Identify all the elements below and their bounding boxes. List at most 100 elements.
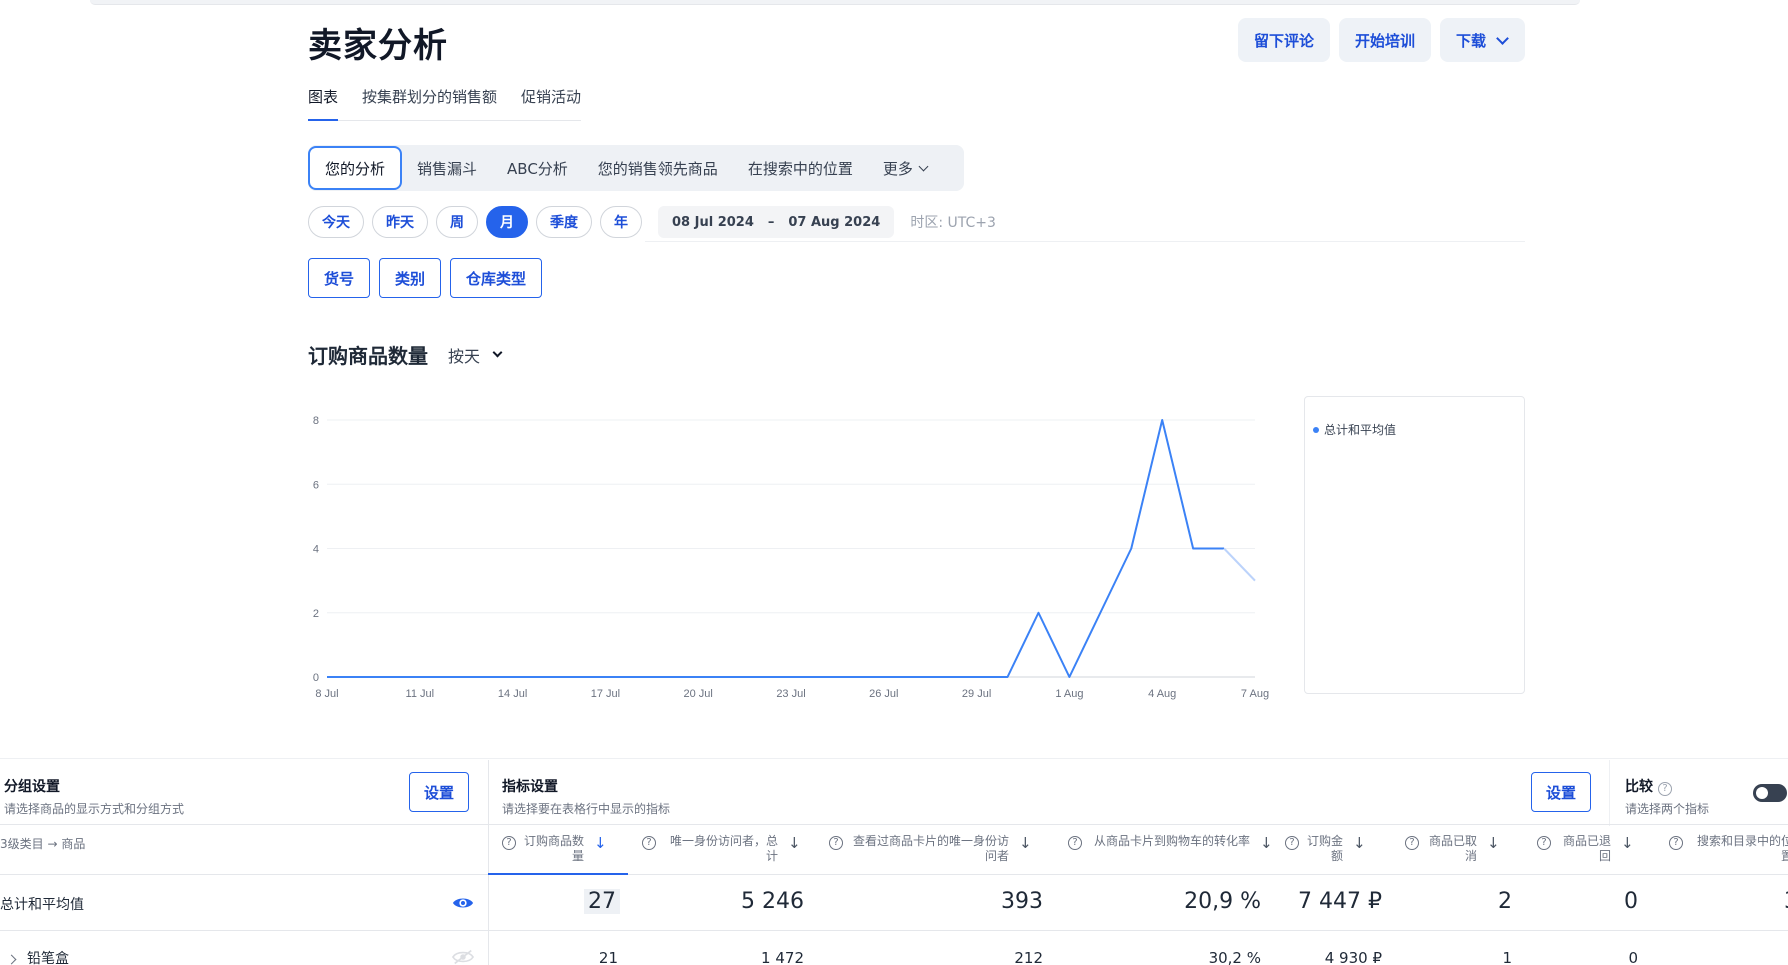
leave-review-button[interactable]: 留下评论 [1237,18,1330,62]
y-tick-label: 4 [313,544,319,556]
active-sort-indicator [488,873,628,875]
legend-item[interactable]: 总计和平均值 [1313,421,1516,438]
help-icon[interactable]: ? [642,836,656,850]
sort-down-icon[interactable]: ↓ [594,834,607,852]
download-button-label: 下载 [1455,31,1486,50]
col-cancelled[interactable]: ? 商品已取消 ↓ [1405,834,1500,864]
cell-unique-visitors: 1 472 [761,949,804,965]
help-icon[interactable]: ? [1068,836,1082,850]
start-training-button[interactable]: 开始培训 [1338,18,1431,62]
col-label: 从商品卡片到购物车的转化率 [1093,834,1250,848]
help-icon[interactable]: ? [1658,782,1672,796]
period-week[interactable]: 周 [436,206,478,238]
help-icon[interactable]: ? [1285,836,1299,850]
row-name: 铅笔盒 [6,948,69,965]
period-month[interactable]: 月 [486,206,528,238]
y-tick-label: 0 [313,672,319,684]
tab-more-label: 更多 [882,159,913,178]
cell-cart-conversion: 30,2 % [1208,949,1261,965]
filter-category-button[interactable]: 类别 [379,258,442,298]
divider [645,241,1525,242]
eye-icon[interactable] [452,895,474,911]
eye-off-icon[interactable] [452,949,474,965]
help-icon[interactable]: ? [1405,836,1419,850]
help-icon[interactable]: ? [1669,836,1683,850]
granularity-dropdown[interactable]: 按天 [448,343,503,367]
period-quarter[interactable]: 季度 [536,206,592,238]
col-label: 商品已取消 [1428,834,1477,863]
chart-header: 订购商品数量 按天 [308,340,503,369]
cell-card-visitors: 212 [1014,949,1043,965]
x-tick-label: 17 Jul [591,688,620,700]
col-unique-visitors[interactable]: ? 唯一身份访问者，总计 ↓ [642,834,801,864]
group-column-header[interactable]: 3级类目 → 商品 [0,835,85,852]
cell-returned: 0 [1628,949,1638,965]
legend-dot-icon [1313,426,1319,433]
tab-sales-funnel[interactable]: 销售漏斗 [402,145,492,191]
tab-charts[interactable]: 图表 [308,86,339,121]
sort-down-icon[interactable]: ↓ [1487,834,1500,852]
cell-value: 27 [584,889,620,914]
period-year[interactable]: 年 [600,206,642,238]
col-ordered-qty[interactable]: ? 订购商品数量 ↓ [502,834,607,864]
help-icon[interactable]: ? [502,836,516,850]
header-actions: 留下评论 开始培训 下载 [1237,18,1525,62]
help-icon[interactable]: ? [829,836,843,850]
col-label: 商品已退回 [1562,834,1611,863]
group-settings: 分组设置 请选择商品的显示方式和分组方式 [4,776,184,817]
cell-order-amount: 4 930 ₽ [1324,949,1382,965]
col-order-amount[interactable]: ? 订购金额 ↓ [1285,834,1366,864]
sort-down-icon[interactable]: ↓ [788,834,801,852]
timezone-label: 时区: UTC+3 [910,215,996,231]
chart-title: 订购商品数量 [308,344,428,368]
y-tick-label: 2 [313,608,319,620]
sort-down-icon[interactable]: ↓ [1353,834,1366,852]
metric-settings-button[interactable]: 设置 [1531,772,1592,812]
divider [1609,760,1610,826]
tab-your-analysis[interactable]: 您的分析 [308,146,403,190]
tab-sales-by-cluster[interactable]: 按集群划分的销售额 [362,86,497,120]
col-returned[interactable]: ? 商品已退回 ↓ [1537,834,1634,864]
cell-ordered-qty: 21 [598,949,618,965]
tab-promotions[interactable]: 促销活动 [521,86,581,120]
date-range-picker[interactable]: 08 Jul 2024 – 07 Aug 2024 [658,206,895,238]
tab-more[interactable]: 更多 [868,145,944,191]
col-cart-conversion[interactable]: ? 从商品卡片到购物车的转化率 ↓ [1068,834,1273,852]
cell-order-amount: 7 447 ₽ [1298,889,1382,914]
tab-abc-analysis[interactable]: ABC分析 [492,145,583,191]
col-label: 搜索和目录中的位置 [1696,834,1788,863]
group-settings-button[interactable]: 设置 [409,772,470,812]
main-tabs: 图表 按集群划分的销售额 促销活动 [308,86,582,121]
x-tick-label: 1 Aug [1055,688,1083,700]
row-name: 总计和平均值 [0,897,84,913]
filter-article-button[interactable]: 货号 [308,258,371,298]
y-tick-label: 8 [313,415,319,427]
metric-settings-subtitle: 请选择要在表格行中显示的指标 [502,802,671,816]
tab-top-products[interactable]: 您的销售领先商品 [583,145,733,191]
download-button[interactable]: 下载 [1439,18,1525,62]
sort-down-icon[interactable]: ↓ [1019,834,1032,852]
x-tick-label: 7 Aug [1241,688,1269,700]
period-today[interactable]: 今天 [308,206,364,238]
help-icon[interactable]: ? [1537,836,1551,850]
chevron-right-icon[interactable] [6,954,17,965]
analysis-tabs: 您的分析 销售漏斗 ABC分析 您的销售领先商品 在搜索中的位置 更多 [308,145,964,191]
chevron-down-icon [918,161,929,171]
toggle-knob [1756,787,1768,799]
compare-toggle[interactable] [1753,784,1787,802]
tab-search-position[interactable]: 在搜索中的位置 [733,145,868,191]
granularity-label: 按天 [448,346,481,366]
table-row[interactable]: 铅笔盒 21 1 472 212 30,2 % 4 930 ₽ 1 0 [0,932,1788,965]
col-label: 唯一身份访问者，总计 [669,834,778,863]
sort-down-icon[interactable]: ↓ [1621,834,1634,852]
period-yesterday[interactable]: 昨天 [372,206,428,238]
filter-warehouse-type-button[interactable]: 仓库类型 [450,258,543,298]
col-search-position[interactable]: ? 搜索和目录中的位置 [1669,834,1788,864]
period-selector: 今天 昨天 周 月 季度 年 08 Jul 2024 – 07 Aug 2024… [308,206,996,238]
cell-cancelled: 2 [1498,889,1512,914]
compare-title-label: 比较 [1625,779,1653,795]
filters: 货号 类别 仓库类型 [308,258,543,298]
col-card-visitors[interactable]: ? 查看过商品卡片的唯一身份访问者 ↓ [829,834,1032,864]
sort-down-icon[interactable]: ↓ [1260,834,1273,852]
date-from: 08 Jul 2024 [672,214,754,230]
